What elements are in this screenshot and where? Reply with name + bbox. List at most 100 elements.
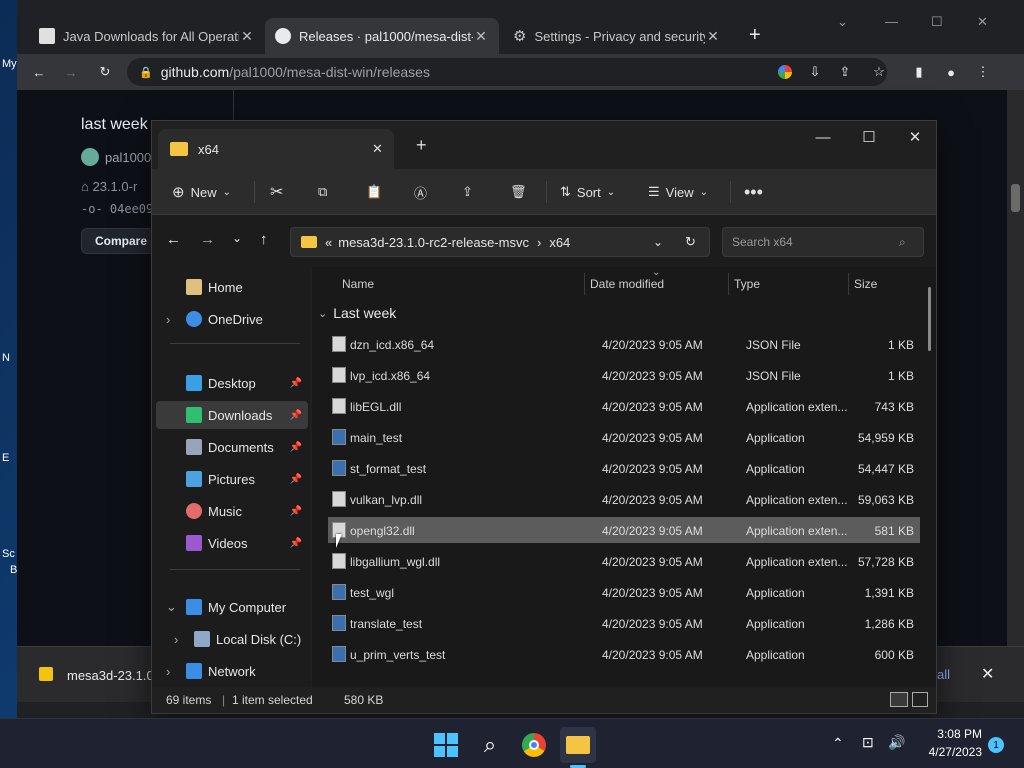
table-row[interactable]: opengl32.dll 4/20/2023 9:05 AM Application… xyxy=(328,517,920,543)
cut-icon[interactable]: ✂ xyxy=(270,176,283,208)
nav-onedrive[interactable]: › OneDrive xyxy=(156,305,308,333)
sort-button[interactable]: ⇅ Sort ⌄ xyxy=(560,176,615,208)
close-icon[interactable]: ✕ xyxy=(981,664,994,684)
commit-row[interactable]: -o- 04ee09 xyxy=(81,202,153,216)
side-panel-icon[interactable]: ▮ xyxy=(909,62,929,82)
back-icon[interactable]: ← xyxy=(166,231,181,248)
show-all-link[interactable]: all xyxy=(937,667,950,682)
tab-settings[interactable]: ⚙ Settings - Privacy and security ✕ xyxy=(503,18,731,54)
chevron-down-icon[interactable]: ⌄ xyxy=(653,235,663,249)
new-tab-button[interactable]: + xyxy=(416,135,427,156)
table-row[interactable]: test_wgl 4/20/2023 9:05 AM Application 1,39… xyxy=(328,579,920,605)
forward-icon[interactable]: → xyxy=(61,62,81,82)
pin-icon[interactable]: 📌 xyxy=(290,442,302,453)
pin-icon[interactable]: 📌 xyxy=(290,378,302,389)
minimize-button[interactable]: — xyxy=(885,14,898,29)
chevron-right-icon[interactable]: › xyxy=(166,664,186,679)
page-scrollbar[interactable] xyxy=(1007,90,1024,646)
refresh-icon[interactable]: ↻ xyxy=(685,234,696,250)
column-divider[interactable] xyxy=(848,273,849,295)
table-row[interactable]: vulkan_lvp.dll 4/20/2023 9:05 AM Applicati… xyxy=(328,486,920,512)
minimize-button[interactable]: — xyxy=(800,121,846,153)
tab-java-downloads[interactable]: Java Downloads for All Operating ✕ xyxy=(29,18,265,54)
chrome-icon[interactable] xyxy=(516,727,552,763)
tiles-view-icon[interactable] xyxy=(912,692,928,707)
nav-downloads[interactable]: Downloads 📌 xyxy=(156,401,308,429)
address-bar[interactable]: 🔒 github.com/pal1000/mesa-dist-win/relea… xyxy=(127,58,887,86)
table-row[interactable]: st_format_test 4/20/2023 9:05 AM Applicati… xyxy=(328,455,920,481)
close-icon[interactable]: ✕ xyxy=(705,28,721,45)
tab-search-icon[interactable]: ⌄ xyxy=(837,14,848,30)
details-view-icon[interactable] xyxy=(890,692,908,707)
close-button[interactable]: ✕ xyxy=(892,121,938,153)
maximize-button[interactable]: ☐ xyxy=(931,14,943,30)
pin-icon[interactable]: 📌 xyxy=(290,410,302,421)
new-button[interactable]: ⊕ New ⌄ xyxy=(172,176,231,208)
share-icon[interactable]: ⇪ xyxy=(835,62,855,82)
nav-network[interactable]: › Network xyxy=(156,657,308,685)
google-icon[interactable] xyxy=(775,62,795,82)
back-icon[interactable]: ← xyxy=(29,62,49,82)
nav-my-computer[interactable]: ⌄ My Computer xyxy=(156,593,308,621)
paste-icon[interactable]: 📋 xyxy=(366,176,382,208)
bookmark-star-icon[interactable]: ☆ xyxy=(869,62,889,82)
table-row[interactable]: main_test 4/20/2023 9:05 AM Application 54,… xyxy=(328,424,920,450)
nav-local-disk[interactable]: › Local Disk (C:) xyxy=(156,625,308,653)
more-options-icon[interactable]: ••• xyxy=(744,176,763,208)
notification-badge[interactable]: 1 xyxy=(988,737,1004,753)
install-icon[interactable]: ⇩ xyxy=(805,62,825,82)
column-size[interactable]: Size xyxy=(854,277,877,291)
view-button[interactable]: ☰ View ⌄ xyxy=(648,176,708,208)
column-divider[interactable] xyxy=(728,273,729,295)
profile-icon[interactable]: ● xyxy=(941,62,961,82)
pin-icon[interactable]: 📌 xyxy=(290,506,302,517)
pin-icon[interactable]: 📌 xyxy=(290,538,302,549)
desktop-label[interactable]: My xyxy=(2,58,17,70)
forward-icon[interactable]: → xyxy=(200,231,215,248)
close-icon[interactable]: ✕ xyxy=(239,28,255,45)
chevron-right-icon[interactable]: › xyxy=(174,632,194,647)
close-icon[interactable]: ✕ xyxy=(473,28,489,45)
table-row[interactable]: translate_test 4/20/2023 9:05 AM Applicati… xyxy=(328,610,920,636)
author-name[interactable]: pal1000 xyxy=(105,150,151,165)
search-icon[interactable]: ⌕ xyxy=(472,727,508,763)
reload-icon[interactable]: ↻ xyxy=(95,62,115,82)
table-row[interactable]: lvp_icd.x86_64 4/20/2023 9:05 AM JSON File… xyxy=(328,362,920,388)
table-row[interactable]: u_prim_verts_test 4/20/2023 9:05 AM Applic… xyxy=(328,641,920,667)
desktop-label[interactable]: E xyxy=(2,452,9,464)
nav-home[interactable]: Home xyxy=(156,273,308,301)
pin-icon[interactable]: 📌 xyxy=(290,474,302,485)
nav-documents[interactable]: Documents 📌 xyxy=(156,433,308,461)
column-date[interactable]: Date modified xyxy=(590,277,664,291)
start-button[interactable] xyxy=(428,727,464,763)
column-type[interactable]: Type xyxy=(734,277,760,291)
close-icon[interactable]: ✕ xyxy=(372,141,383,157)
file-explorer-icon[interactable] xyxy=(560,727,596,763)
nav-videos[interactable]: Videos 📌 xyxy=(156,529,308,557)
column-divider[interactable] xyxy=(584,273,585,295)
chevron-up-icon[interactable]: ⌃ xyxy=(832,735,844,752)
clock-time[interactable]: 3:08 PM xyxy=(918,727,982,741)
menu-icon[interactable]: ⋮ xyxy=(973,62,993,82)
chevron-right-icon[interactable]: › xyxy=(166,312,186,327)
table-row[interactable]: libgallium_wgl.dll 4/20/2023 9:05 AM Appli… xyxy=(328,548,920,574)
desktop-label[interactable]: N xyxy=(2,352,10,364)
share-icon[interactable]: ⇪ xyxy=(462,176,473,208)
volume-icon[interactable]: 🔊 xyxy=(888,734,905,751)
recent-chevron-down-icon[interactable]: ⌄ xyxy=(232,231,242,245)
address-bar[interactable]: « mesa3d-23.1.0-rc2-release-msvc › x64 ⌄… xyxy=(290,227,710,257)
desktop-label[interactable]: Sc xyxy=(2,548,15,560)
copy-icon[interactable]: ⧉ xyxy=(318,176,327,208)
tab-releases[interactable]: Releases · pal1000/mesa-dist-wi ✕ xyxy=(265,18,499,54)
clock-date[interactable]: 4/27/2023 xyxy=(918,745,982,759)
search-input[interactable]: Search x64 ⌕ xyxy=(722,227,924,257)
scroll-thumb[interactable] xyxy=(1011,184,1020,212)
download-filename[interactable]: mesa3d-23.1.0 xyxy=(67,668,154,683)
group-header[interactable]: ⌄ Last week xyxy=(318,305,396,321)
chevron-down-icon[interactable]: ⌄ xyxy=(166,599,186,615)
nav-pictures[interactable]: Pictures 📌 xyxy=(156,465,308,493)
column-name[interactable]: Name xyxy=(342,277,374,291)
network-icon[interactable]: ⊡ xyxy=(862,734,874,751)
vertical-scrollbar[interactable] xyxy=(928,287,931,351)
delete-icon[interactable]: 🗑 xyxy=(510,176,527,208)
